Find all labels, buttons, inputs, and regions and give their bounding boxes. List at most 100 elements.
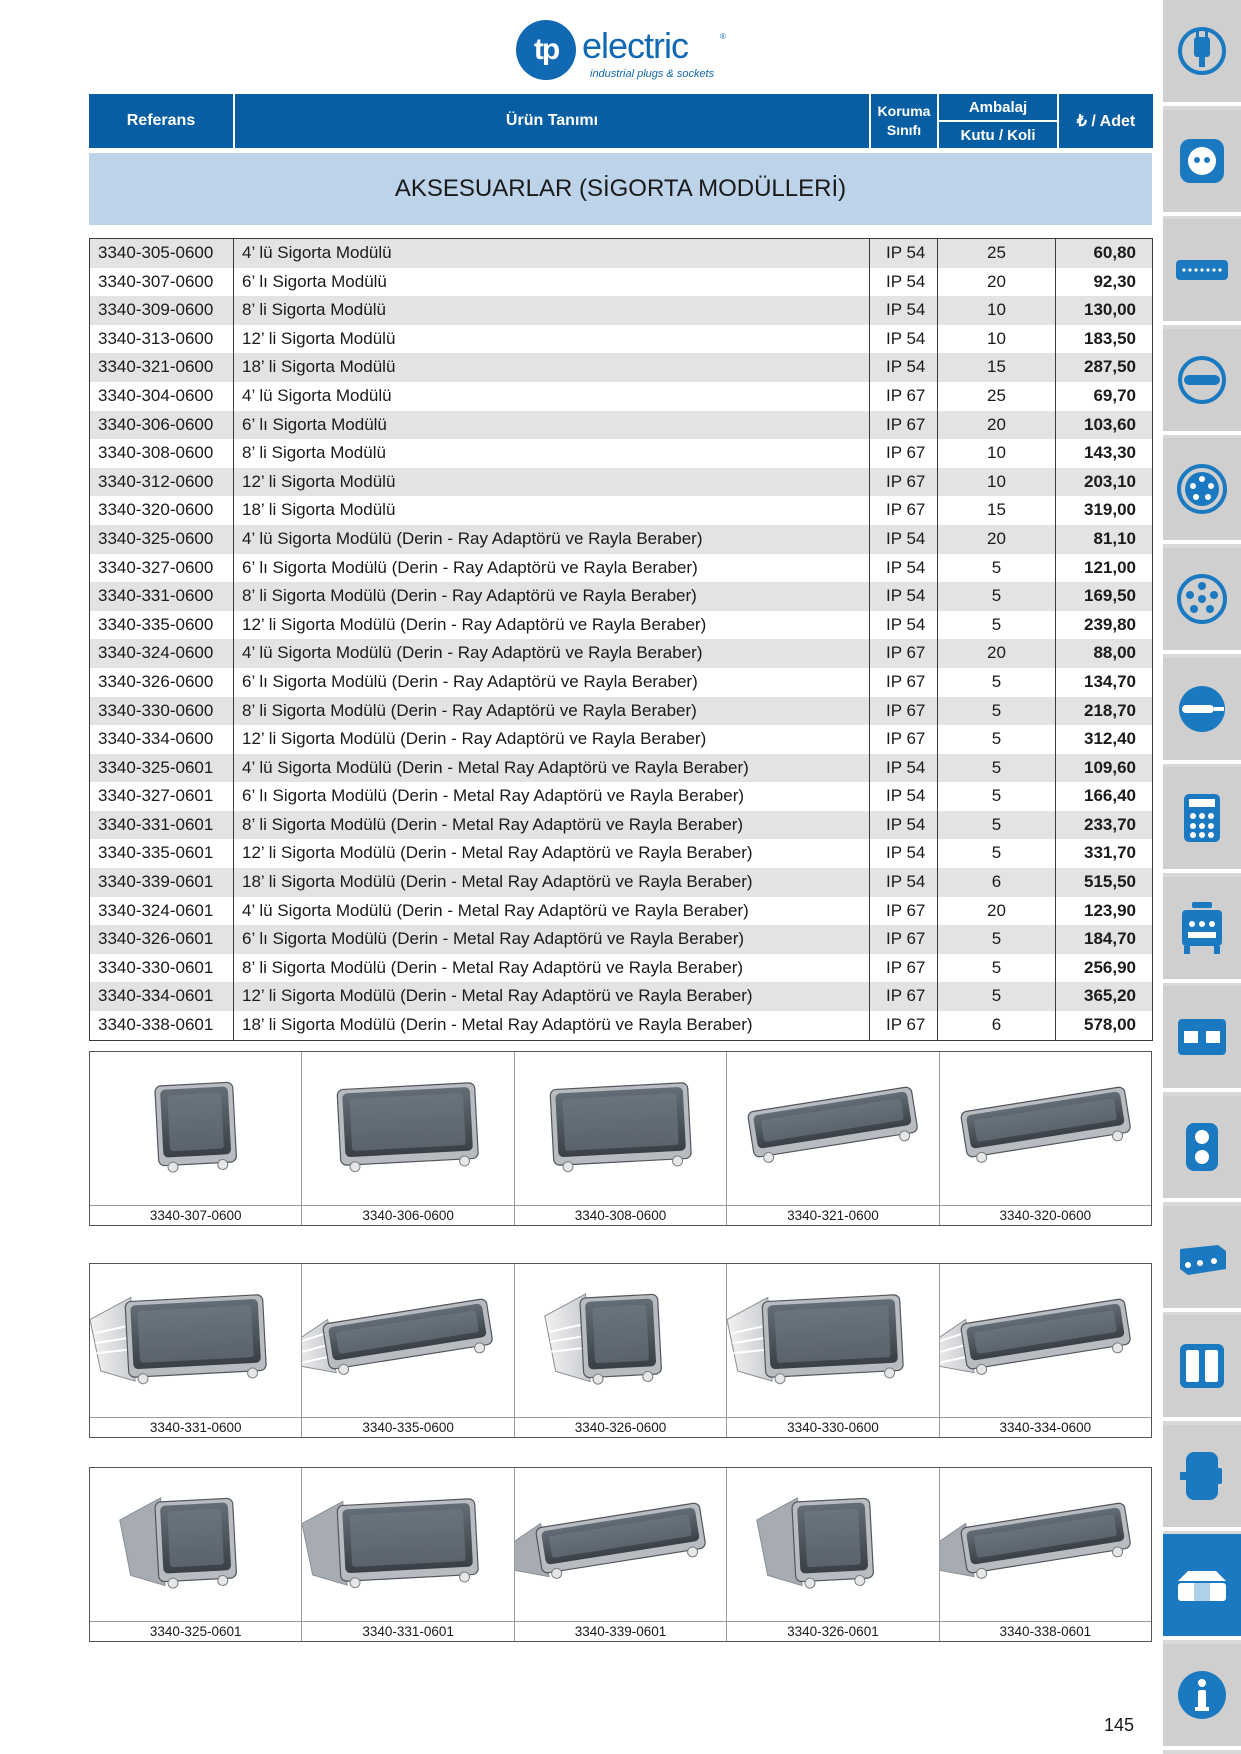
table-row: 3340-325-0600 4’ lü Sigorta Modülü (Derin… bbox=[90, 524, 1152, 554]
package-qty-cell: 5 bbox=[938, 582, 1056, 611]
price-cell: 92,30 bbox=[1093, 271, 1136, 291]
protection-class-cell: IP 54 bbox=[870, 324, 938, 354]
protection-class-cell: IP 54 bbox=[870, 582, 938, 611]
reference-cell: 3340-325-0601 bbox=[90, 753, 234, 783]
table-row: 3340-307-0600 6’ lı Sigorta Modülü IP 54 20… bbox=[90, 267, 1152, 297]
protection-class-cell: IP 67 bbox=[870, 1011, 938, 1040]
product-tile: 3340-326-0601 bbox=[727, 1468, 940, 1641]
reference-cell: 3340-326-0600 bbox=[90, 667, 234, 697]
sidebar-item-flat-plug[interactable] bbox=[1163, 328, 1241, 435]
sidebar-item-double-socket[interactable] bbox=[1163, 1096, 1241, 1202]
price-cell: 256,90 bbox=[1084, 957, 1136, 977]
package-qty-cell: 5 bbox=[938, 667, 1056, 697]
package-qty-cell: 20 bbox=[938, 639, 1056, 668]
package-qty-cell: 10 bbox=[938, 324, 1056, 354]
reference-cell: 3340-306-0600 bbox=[90, 410, 234, 440]
sidebar-item-distribution-panel[interactable] bbox=[1163, 767, 1241, 874]
reference-cell: 3340-324-0600 bbox=[90, 639, 234, 668]
sidebar-item-enclosure[interactable] bbox=[1163, 1315, 1241, 1422]
fuse-module-image bbox=[926, 1502, 1131, 1579]
double-socket-icon bbox=[1186, 1123, 1218, 1171]
fuse-module-image bbox=[119, 1497, 237, 1589]
product-tile: 3340-325-0601 bbox=[90, 1468, 303, 1641]
price-cell: 203,10 bbox=[1084, 471, 1136, 491]
accessory-module-icon bbox=[1178, 1571, 1226, 1602]
product-tile: 3340-326-0600 bbox=[514, 1264, 728, 1437]
product-image bbox=[302, 1052, 513, 1209]
product-tile: 3340-306-0600 bbox=[302, 1052, 515, 1225]
header-referans: Referans bbox=[126, 112, 196, 129]
sidebar-item-socket[interactable] bbox=[1163, 109, 1241, 216]
product-tile: 3340-334-0600 bbox=[926, 1264, 1152, 1437]
sidebar-item-multi-pin-socket[interactable] bbox=[1163, 438, 1241, 545]
protection-class-cell: IP 67 bbox=[870, 496, 938, 525]
price-cell: 103,60 bbox=[1084, 414, 1136, 434]
package-qty-cell: 5 bbox=[938, 982, 1056, 1012]
fuse-module-image bbox=[926, 1298, 1131, 1375]
table-row: 3340-305-0600 4’ lü Sigorta Modülü IP 54 25… bbox=[90, 239, 1152, 268]
table-row: 3340-313-0600 12’ li Sigorta Modülü IP 54 1… bbox=[90, 324, 1152, 354]
reference-cell: 3340-326-0601 bbox=[90, 925, 234, 954]
header-urun-tanimi: Ürün Tanımı bbox=[505, 112, 599, 129]
reference-cell: 3340-304-0600 bbox=[90, 381, 234, 411]
reference-cell: 3340-334-0601 bbox=[90, 982, 234, 1012]
product-caption: 3340-308-0600 bbox=[514, 1205, 727, 1225]
price-cell: 81,10 bbox=[1093, 528, 1136, 548]
table-row: 3340-324-0601 4’ lü Sigorta Modülü (Derin… bbox=[90, 896, 1152, 926]
table-row: 3340-335-0600 12’ li Sigorta Modülü (Deri… bbox=[90, 610, 1152, 640]
description-cell: 4’ lü Sigorta Modülü (Derin - Ray Adaptö… bbox=[234, 639, 870, 668]
price-cell: 239,80 bbox=[1084, 614, 1136, 634]
table-row: 3340-326-0600 6’ lı Sigorta Modülü (Derin… bbox=[90, 667, 1152, 697]
sidebar-item-distribution-rail[interactable] bbox=[1163, 219, 1241, 326]
description-cell: 18’ li Sigorta Modülü (Derin - Metal Ray… bbox=[234, 1011, 870, 1040]
reference-cell: 3340-312-0600 bbox=[90, 467, 234, 497]
product-image bbox=[501, 1468, 726, 1625]
fuse-module-image bbox=[549, 1082, 692, 1173]
sidebar-item-accessory-module[interactable] bbox=[1163, 1534, 1241, 1641]
sidebar-item-cylinder-box[interactable] bbox=[1163, 1424, 1241, 1531]
price-cell: 319,00 bbox=[1084, 500, 1136, 520]
product-caption: 3340-334-0600 bbox=[939, 1417, 1152, 1437]
protection-class-cell: IP 54 bbox=[870, 353, 938, 382]
fuse-module-image bbox=[544, 1293, 662, 1385]
sidebar-item-combination-box[interactable] bbox=[1163, 986, 1241, 1093]
protection-class-cell: IP 67 bbox=[870, 925, 938, 954]
protection-class-cell: IP 67 bbox=[870, 953, 938, 983]
price-cell: 184,70 bbox=[1084, 929, 1136, 949]
price-cell: 233,70 bbox=[1084, 814, 1136, 834]
fuse-module-image bbox=[289, 1298, 494, 1375]
mobile-panel-icon bbox=[1182, 901, 1222, 954]
protection-class-cell: IP 67 bbox=[870, 725, 938, 754]
table-row: 3340-331-0601 8’ li Sigorta Modülü (Derin… bbox=[90, 810, 1152, 840]
sidebar-item-plug[interactable] bbox=[1163, 0, 1241, 106]
description-cell: 4’ lü Sigorta Modülü bbox=[234, 239, 870, 268]
description-cell: 4’ lü Sigorta Modülü (Derin - Metal Ray … bbox=[234, 896, 870, 926]
sidebar-item-junction-box[interactable] bbox=[1163, 1205, 1241, 1312]
description-cell: 8’ li Sigorta Modülü (Derin - Metal Ray … bbox=[234, 810, 870, 840]
fuse-module-image bbox=[747, 1086, 918, 1163]
reference-cell: 3340-313-0600 bbox=[90, 324, 234, 354]
protection-class-cell: IP 67 bbox=[870, 696, 938, 726]
sidebar-item-multi-pin-plug[interactable] bbox=[1163, 548, 1241, 654]
protection-class-cell: IP 54 bbox=[870, 782, 938, 811]
product-caption: 3340-335-0600 bbox=[302, 1417, 514, 1437]
price-cell: 88,00 bbox=[1093, 643, 1136, 663]
sidebar-item-info[interactable] bbox=[1163, 1644, 1241, 1750]
fuse-module-image bbox=[501, 1502, 706, 1579]
plug-icon bbox=[1178, 27, 1226, 75]
description-cell: 6’ lı Sigorta Modülü (Derin - Metal Ray … bbox=[234, 925, 870, 954]
sidebar-item-mobile-panel[interactable] bbox=[1163, 876, 1241, 983]
protection-class-cell: IP 67 bbox=[870, 439, 938, 468]
table-row: 3340-327-0600 6’ lı Sigorta Modülü (Derin… bbox=[90, 553, 1152, 583]
reference-cell: 3340-321-0600 bbox=[90, 353, 234, 382]
reference-cell: 3340-325-0600 bbox=[90, 524, 234, 554]
price-cell: 218,70 bbox=[1084, 700, 1136, 720]
table-row: 3340-326-0601 6’ lı Sigorta Modülü (Derin… bbox=[90, 925, 1152, 954]
table-row: 3340-312-0600 12’ li Sigorta Modülü IP 67 1… bbox=[90, 467, 1152, 497]
description-cell: 12’ li Sigorta Modülü (Derin - Ray Adapt… bbox=[234, 725, 870, 754]
description-cell: 6’ lı Sigorta Modülü (Derin - Ray Adaptö… bbox=[234, 553, 870, 583]
reference-cell: 3340-338-0601 bbox=[90, 1011, 234, 1040]
sidebar-item-cable-connector[interactable] bbox=[1163, 657, 1241, 764]
product-image bbox=[940, 1052, 1151, 1209]
product-image bbox=[515, 1264, 726, 1421]
